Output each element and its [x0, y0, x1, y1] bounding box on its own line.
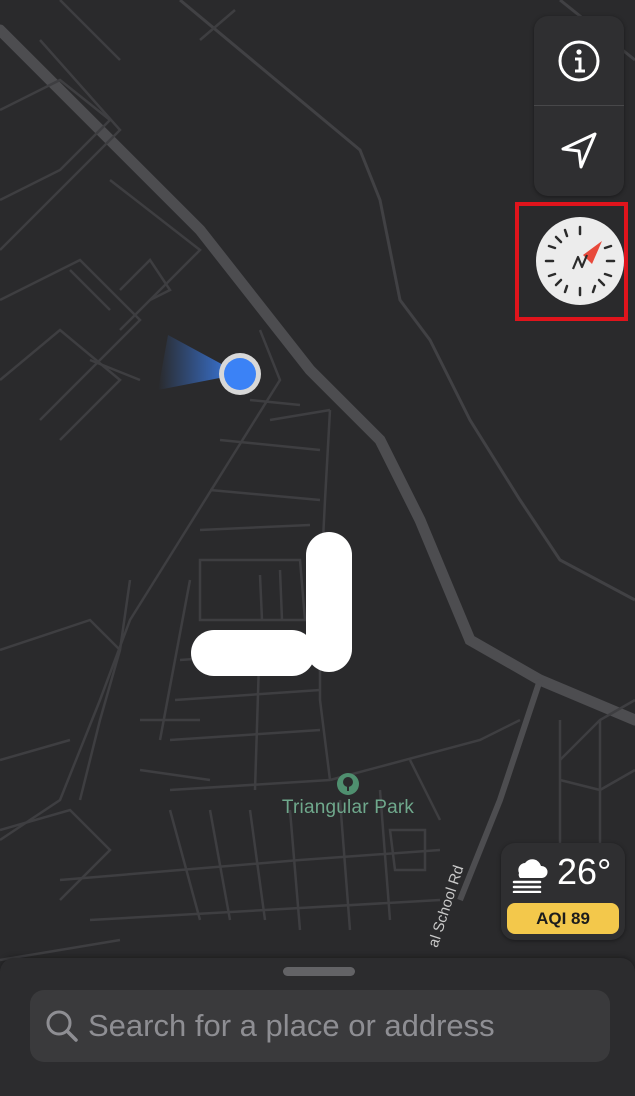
map-controls [534, 16, 624, 196]
cloud-fog-icon [512, 859, 548, 893]
search-icon [46, 1010, 78, 1042]
heading-cone-icon [158, 335, 261, 395]
search-bar[interactable] [30, 990, 610, 1062]
tree-icon [337, 773, 359, 795]
temperature-value: 26° [557, 851, 612, 892]
sheet-grabber-handle[interactable] [283, 967, 355, 976]
user-location-marker[interactable] [150, 330, 270, 420]
bottom-sheet[interactable] [0, 958, 635, 1096]
compass-icon [544, 225, 616, 297]
park-label[interactable]: Triangular Park [250, 797, 446, 819]
search-input[interactable] [88, 990, 598, 1062]
weather-widget[interactable]: 26° AQI 89 [501, 843, 625, 940]
redaction-mark [191, 630, 315, 676]
compass-button[interactable] [536, 217, 624, 305]
aqi-badge: AQI 89 [507, 903, 619, 934]
location-arrow-icon [561, 132, 597, 169]
info-icon [558, 40, 600, 82]
map-info-button[interactable] [534, 16, 624, 106]
current-location-button[interactable] [534, 106, 624, 196]
